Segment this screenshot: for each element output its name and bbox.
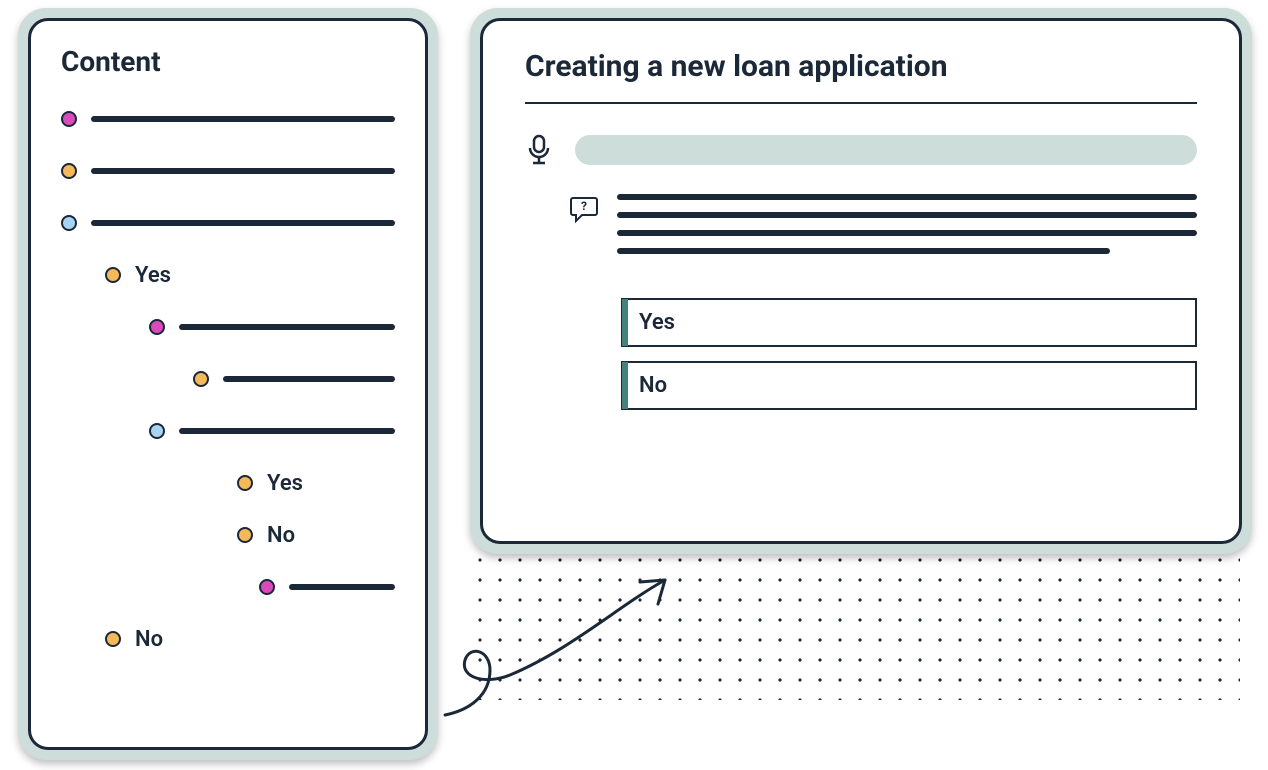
tree-row[interactable]: Yes bbox=[61, 470, 395, 496]
answer-option[interactable]: No bbox=[621, 361, 1197, 410]
divider bbox=[525, 102, 1197, 104]
tree-dot-icon bbox=[149, 423, 165, 439]
loan-app-card: Creating a new loan application ? Yes No bbox=[470, 8, 1252, 554]
tree-item-label: Yes bbox=[267, 471, 303, 496]
tree-item-bar bbox=[179, 324, 395, 330]
tree-row[interactable] bbox=[61, 418, 395, 444]
tree-row[interactable] bbox=[61, 158, 395, 184]
content-tree-rows: Yes Yes No No bbox=[61, 106, 395, 652]
tree-dot-icon bbox=[237, 475, 253, 491]
tree-dot-icon bbox=[61, 163, 77, 179]
content-tree-title: Content bbox=[61, 45, 395, 78]
content-tree-card: Content Yes Yes No No bbox=[18, 8, 438, 760]
tree-item-label: No bbox=[267, 523, 295, 548]
tree-item-label: Yes bbox=[135, 263, 171, 288]
tree-item-bar bbox=[223, 376, 395, 382]
microphone-icon bbox=[525, 134, 553, 166]
voice-input-row bbox=[525, 134, 1197, 166]
tree-dot-icon bbox=[149, 319, 165, 335]
arrow-connector bbox=[430, 560, 710, 730]
tree-item-bar bbox=[91, 116, 395, 122]
tree-row[interactable] bbox=[61, 210, 395, 236]
tree-row[interactable]: No bbox=[61, 626, 395, 652]
tree-row[interactable] bbox=[61, 314, 395, 340]
tree-item-bar bbox=[91, 220, 395, 226]
tree-dot-icon bbox=[105, 631, 121, 647]
answer-options: Yes No bbox=[621, 298, 1197, 410]
tree-item-bar bbox=[91, 168, 395, 174]
tree-row[interactable] bbox=[61, 106, 395, 132]
question-row: ? bbox=[525, 194, 1197, 266]
tree-dot-icon bbox=[259, 579, 275, 595]
tree-row[interactable]: Yes bbox=[61, 262, 395, 288]
tree-item-bar bbox=[179, 428, 395, 434]
page-title: Creating a new loan application bbox=[525, 49, 1197, 84]
tree-row[interactable] bbox=[61, 366, 395, 392]
answer-option[interactable]: Yes bbox=[621, 298, 1197, 347]
voice-input-pill[interactable] bbox=[575, 135, 1197, 165]
tree-dot-icon bbox=[105, 267, 121, 283]
tree-dot-icon bbox=[237, 527, 253, 543]
tree-dot-icon bbox=[61, 215, 77, 231]
tree-row[interactable] bbox=[61, 574, 395, 600]
question-bubble-icon: ? bbox=[569, 194, 599, 224]
question-text-placeholder bbox=[617, 194, 1197, 266]
svg-text:?: ? bbox=[581, 199, 587, 213]
tree-row[interactable]: No bbox=[61, 522, 395, 548]
tree-item-label: No bbox=[135, 627, 163, 652]
tree-item-bar bbox=[289, 584, 395, 590]
tree-dot-icon bbox=[193, 371, 209, 387]
tree-dot-icon bbox=[61, 111, 77, 127]
